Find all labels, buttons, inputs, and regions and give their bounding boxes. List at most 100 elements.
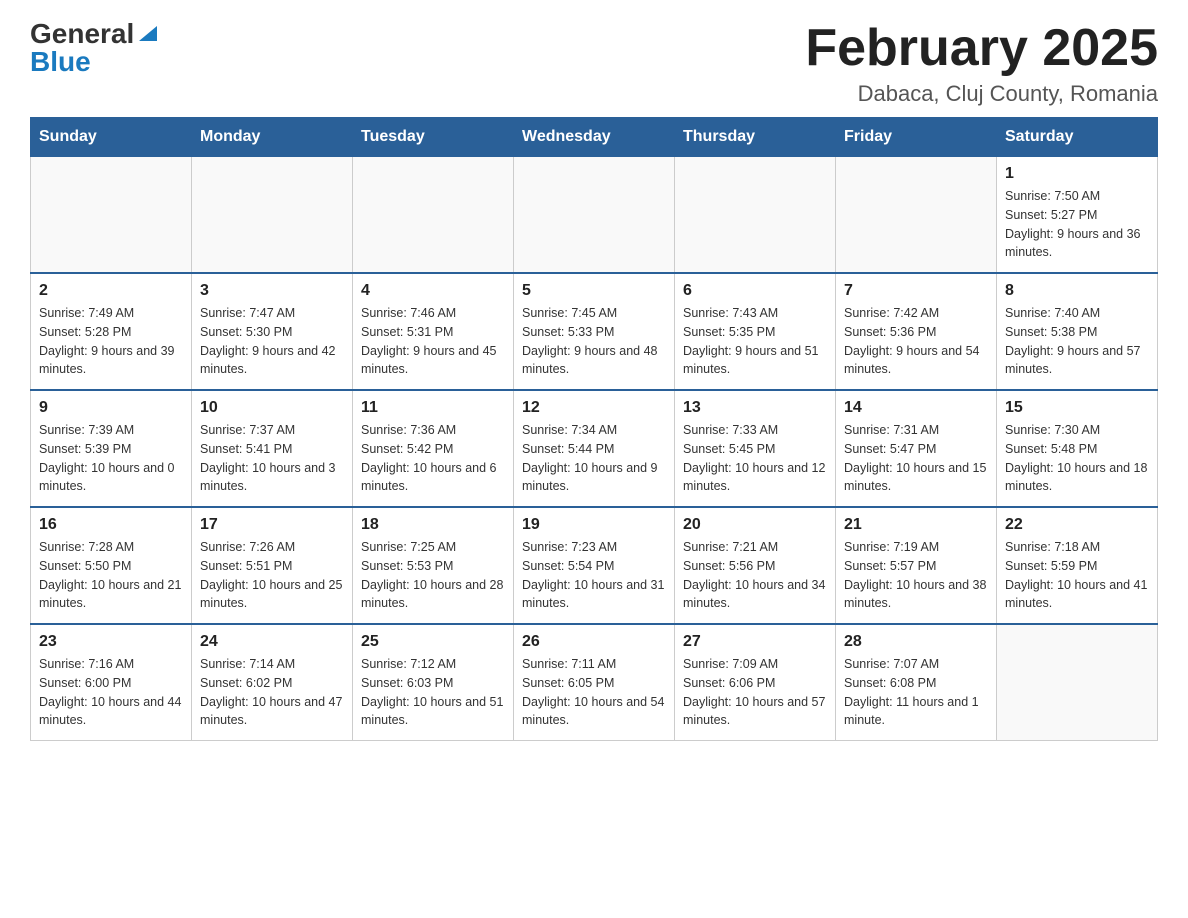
calendar-day-cell (353, 157, 514, 274)
calendar-day-cell: 14Sunrise: 7:31 AM Sunset: 5:47 PM Dayli… (836, 390, 997, 507)
calendar-day-cell: 12 Sunrise: 7:34 AM Sunset: 5:44 PM Dayli… (514, 390, 675, 507)
day-number: 18 (361, 516, 505, 534)
calendar-day-cell: 11 Sunrise: 7:36 AM Sunset: 5:42 PM Dayli… (353, 390, 514, 507)
calendar-day-cell: 25 Sunrise: 7:12 AM Sunset: 6:03 PM Dayli… (353, 624, 514, 741)
day-number: 28 (844, 633, 988, 651)
page-header: General Blue February 2025 Dabaca, Cluj … (30, 20, 1158, 107)
calendar-day-cell (675, 157, 836, 274)
day-info: Sunrise: 7:50 AM Sunset: 5:27 PM Dayligh… (1005, 187, 1149, 262)
location-text: Dabaca, Cluj County, Romania (805, 81, 1158, 107)
logo-general-text: General (30, 20, 134, 48)
calendar-week-row: 9 Sunrise: 7:39 AM Sunset: 5:39 PM Daylig… (31, 390, 1158, 507)
day-info: Sunrise: 7:39 AM Sunset: 5:39 PM Dayligh… (39, 421, 183, 496)
calendar-day-cell: 1 Sunrise: 7:50 AM Sunset: 5:27 PM Daylig… (997, 157, 1158, 274)
day-info: Sunrise: 7:42 AM Sunset: 5:36 PM Dayligh… (844, 304, 988, 379)
calendar-day-cell: 15Sunrise: 7:30 AM Sunset: 5:48 PM Dayli… (997, 390, 1158, 507)
day-info: Sunrise: 7:40 AM Sunset: 5:38 PM Dayligh… (1005, 304, 1149, 379)
day-info: Sunrise: 7:07 AM Sunset: 6:08 PM Dayligh… (844, 655, 988, 730)
title-section: February 2025 Dabaca, Cluj County, Roman… (805, 20, 1158, 107)
day-info: Sunrise: 7:14 AM Sunset: 6:02 PM Dayligh… (200, 655, 344, 730)
day-info: Sunrise: 7:16 AM Sunset: 6:00 PM Dayligh… (39, 655, 183, 730)
calendar-week-row: 23 Sunrise: 7:16 AM Sunset: 6:00 PM Dayli… (31, 624, 1158, 741)
day-of-week-header: Wednesday (514, 118, 675, 157)
day-number: 19 (522, 516, 666, 534)
day-number: 21 (844, 516, 988, 534)
day-info: Sunrise: 7:19 AM Sunset: 5:57 PM Dayligh… (844, 538, 988, 613)
day-info: Sunrise: 7:21 AM Sunset: 5:56 PM Dayligh… (683, 538, 827, 613)
calendar-day-cell: 7 Sunrise: 7:42 AM Sunset: 5:36 PM Daylig… (836, 273, 997, 390)
calendar-day-cell: 4 Sunrise: 7:46 AM Sunset: 5:31 PM Daylig… (353, 273, 514, 390)
day-info: Sunrise: 7:37 AM Sunset: 5:41 PM Dayligh… (200, 421, 344, 496)
day-number: 7 (844, 282, 988, 300)
day-number: 27 (683, 633, 827, 651)
calendar-day-cell: 19 Sunrise: 7:23 AM Sunset: 5:54 PM Dayli… (514, 507, 675, 624)
day-number: 16 (39, 516, 183, 534)
calendar-day-cell: 9 Sunrise: 7:39 AM Sunset: 5:39 PM Daylig… (31, 390, 192, 507)
day-number: 20 (683, 516, 827, 534)
day-info: Sunrise: 7:11 AM Sunset: 6:05 PM Dayligh… (522, 655, 666, 730)
day-info: Sunrise: 7:31 AM Sunset: 5:47 PM Dayligh… (844, 421, 988, 496)
day-info: Sunrise: 7:34 AM Sunset: 5:44 PM Dayligh… (522, 421, 666, 496)
day-number: 1 (1005, 165, 1149, 183)
day-info: Sunrise: 7:45 AM Sunset: 5:33 PM Dayligh… (522, 304, 666, 379)
day-info: Sunrise: 7:49 AM Sunset: 5:28 PM Dayligh… (39, 304, 183, 379)
calendar-day-cell (192, 157, 353, 274)
day-info: Sunrise: 7:26 AM Sunset: 5:51 PM Dayligh… (200, 538, 344, 613)
day-info: Sunrise: 7:36 AM Sunset: 5:42 PM Dayligh… (361, 421, 505, 496)
day-of-week-header: Tuesday (353, 118, 514, 157)
calendar-day-cell: 21 Sunrise: 7:19 AM Sunset: 5:57 PM Dayli… (836, 507, 997, 624)
day-info: Sunrise: 7:25 AM Sunset: 5:53 PM Dayligh… (361, 538, 505, 613)
calendar-day-cell: 24 Sunrise: 7:14 AM Sunset: 6:02 PM Dayli… (192, 624, 353, 741)
calendar-day-cell: 2 Sunrise: 7:49 AM Sunset: 5:28 PM Daylig… (31, 273, 192, 390)
calendar-day-cell (514, 157, 675, 274)
calendar-week-row: 1 Sunrise: 7:50 AM Sunset: 5:27 PM Daylig… (31, 157, 1158, 274)
day-info: Sunrise: 7:28 AM Sunset: 5:50 PM Dayligh… (39, 538, 183, 613)
calendar-day-cell: 26 Sunrise: 7:11 AM Sunset: 6:05 PM Dayli… (514, 624, 675, 741)
day-number: 12 (522, 399, 666, 417)
day-number: 22 (1005, 516, 1149, 534)
day-of-week-header: Sunday (31, 118, 192, 157)
day-info: Sunrise: 7:46 AM Sunset: 5:31 PM Dayligh… (361, 304, 505, 379)
day-info: Sunrise: 7:30 AM Sunset: 5:48 PM Dayligh… (1005, 421, 1149, 496)
calendar-day-cell (31, 157, 192, 274)
day-number: 6 (683, 282, 827, 300)
logo-blue-text: Blue (30, 48, 91, 76)
calendar-day-cell (997, 624, 1158, 741)
day-number: 23 (39, 633, 183, 651)
calendar-day-cell: 3 Sunrise: 7:47 AM Sunset: 5:30 PM Daylig… (192, 273, 353, 390)
calendar-day-cell (836, 157, 997, 274)
calendar-day-cell: 17Sunrise: 7:26 AM Sunset: 5:51 PM Dayli… (192, 507, 353, 624)
calendar-day-cell: 18 Sunrise: 7:25 AM Sunset: 5:53 PM Dayli… (353, 507, 514, 624)
calendar-day-cell: 22 Sunrise: 7:18 AM Sunset: 5:59 PM Dayli… (997, 507, 1158, 624)
day-number: 24 (200, 633, 344, 651)
day-number: 5 (522, 282, 666, 300)
calendar-day-cell: 23 Sunrise: 7:16 AM Sunset: 6:00 PM Dayli… (31, 624, 192, 741)
day-of-week-header: Thursday (675, 118, 836, 157)
calendar-day-cell: 28 Sunrise: 7:07 AM Sunset: 6:08 PM Dayli… (836, 624, 997, 741)
calendar-day-cell: 5 Sunrise: 7:45 AM Sunset: 5:33 PM Daylig… (514, 273, 675, 390)
day-info: Sunrise: 7:12 AM Sunset: 6:03 PM Dayligh… (361, 655, 505, 730)
calendar-day-cell: 13 Sunrise: 7:33 AM Sunset: 5:45 PM Dayli… (675, 390, 836, 507)
calendar-week-row: 2 Sunrise: 7:49 AM Sunset: 5:28 PM Daylig… (31, 273, 1158, 390)
day-info: Sunrise: 7:43 AM Sunset: 5:35 PM Dayligh… (683, 304, 827, 379)
day-number: 13 (683, 399, 827, 417)
day-info: Sunrise: 7:33 AM Sunset: 5:45 PM Dayligh… (683, 421, 827, 496)
logo-triangle-icon (137, 21, 159, 43)
day-number: 8 (1005, 282, 1149, 300)
day-info: Sunrise: 7:47 AM Sunset: 5:30 PM Dayligh… (200, 304, 344, 379)
calendar-day-cell: 16 Sunrise: 7:28 AM Sunset: 5:50 PM Dayli… (31, 507, 192, 624)
day-number: 9 (39, 399, 183, 417)
day-number: 26 (522, 633, 666, 651)
day-number: 25 (361, 633, 505, 651)
day-number: 2 (39, 282, 183, 300)
day-info: Sunrise: 7:18 AM Sunset: 5:59 PM Dayligh… (1005, 538, 1149, 613)
day-of-week-header: Monday (192, 118, 353, 157)
calendar-table: SundayMondayTuesdayWednesdayThursdayFrid… (30, 117, 1158, 741)
day-info: Sunrise: 7:23 AM Sunset: 5:54 PM Dayligh… (522, 538, 666, 613)
calendar-header-row: SundayMondayTuesdayWednesdayThursdayFrid… (31, 118, 1158, 157)
day-number: 10 (200, 399, 344, 417)
logo: General Blue (30, 20, 159, 76)
day-number: 11 (361, 399, 505, 417)
day-number: 4 (361, 282, 505, 300)
day-number: 3 (200, 282, 344, 300)
